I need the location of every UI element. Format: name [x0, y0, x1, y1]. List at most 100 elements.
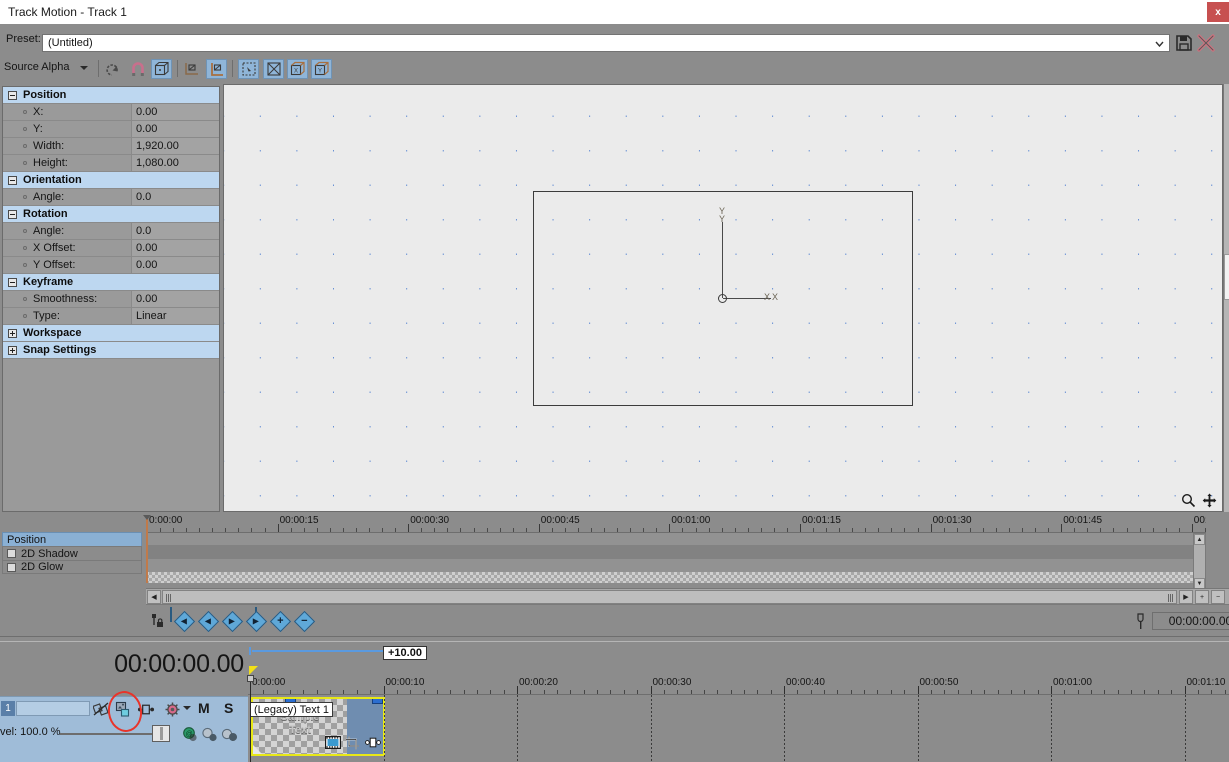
param-group-rotation[interactable]: Rotation	[3, 206, 219, 223]
pan-move-icon[interactable]	[1200, 491, 1218, 509]
param-row[interactable]: Type: Linear	[3, 308, 219, 325]
keyframe-time-ruler[interactable]: 0:00:00 00:00:15 00:00:30 00:00:45 00:01:00 0…	[146, 515, 1206, 533]
param-value-field[interactable]: Linear	[131, 308, 219, 324]
lock-keyframes-icon[interactable]	[147, 610, 169, 632]
track-motion-icon[interactable]	[114, 700, 132, 718]
zoom-in-icon[interactable]: +	[1195, 590, 1209, 604]
collapse-icon[interactable]	[8, 90, 17, 100]
param-group-keyframe[interactable]: Keyframe	[3, 274, 219, 291]
param-value-field[interactable]: 0.00	[131, 240, 219, 256]
keyframe-lane-position[interactable]	[146, 533, 1194, 545]
level-slider-track[interactable]	[60, 733, 156, 735]
param-row[interactable]: Y: 0.00	[3, 121, 219, 138]
expand-icon[interactable]	[8, 345, 17, 355]
timeline-playhead-head[interactable]	[247, 675, 254, 682]
current-time-display[interactable]: 00:00:00.00	[0, 650, 244, 679]
source-alpha-chevron-icon[interactable]	[80, 66, 88, 70]
param-row[interactable]: Smoothness: 0.00	[3, 291, 219, 308]
dialog-vertical-scrollbar[interactable]	[1223, 84, 1229, 512]
zoom-out-icon[interactable]: −	[1211, 590, 1225, 604]
compositing-mode-icon[interactable]	[92, 700, 110, 718]
timeline-marker-icon[interactable]	[249, 666, 258, 675]
param-row[interactable]: Y Offset: 0.00	[3, 257, 219, 274]
track-name-input[interactable]	[16, 701, 90, 716]
param-value-field[interactable]: 0.00	[131, 104, 219, 120]
last-keyframe-icon[interactable]: ▶	[245, 606, 267, 632]
layer-checkbox[interactable]	[7, 562, 16, 572]
scroll-right-icon[interactable]: ▶	[1179, 590, 1193, 604]
clip-fade-handle-right[interactable]	[372, 699, 383, 704]
param-value-field[interactable]: 0.0	[131, 189, 219, 205]
clip-resize-corner[interactable]	[253, 745, 262, 754]
solo-button[interactable]: S	[224, 700, 233, 716]
keyframe-lane-glow[interactable]	[146, 559, 1194, 572]
loop-region-bar[interactable]: +10.00	[248, 642, 1229, 662]
free-transform-icon[interactable]	[263, 59, 284, 79]
track-header-1[interactable]: 1 M S vel: 100.0 % @	[0, 696, 248, 762]
y-axis-constraint-icon[interactable]: Y	[311, 59, 332, 79]
previous-keyframe-icon[interactable]: ◀	[197, 610, 219, 632]
param-row[interactable]: X: 0.00	[3, 104, 219, 121]
param-value-field[interactable]: 0.00	[131, 121, 219, 137]
close-button[interactable]: x	[1207, 2, 1229, 22]
keyframe-layer-position[interactable]: Position	[2, 532, 142, 546]
snap-magnet-icon[interactable]	[127, 59, 148, 79]
track-pan-icon[interactable]	[200, 725, 220, 743]
first-keyframe-icon[interactable]: ◀	[169, 606, 195, 632]
automation-settings-icon[interactable]	[163, 700, 181, 718]
param-group-position[interactable]: Position	[3, 87, 219, 104]
enable-snapping-3d-icon[interactable]	[151, 59, 172, 79]
chevron-down-icon[interactable]	[1151, 38, 1167, 50]
zoom-magnifier-icon[interactable]	[1179, 491, 1197, 509]
collapse-icon[interactable]	[8, 209, 17, 219]
param-value-field[interactable]: 1,920.00	[131, 138, 219, 154]
keyframe-layer-2d-glow[interactable]: 2D Glow	[2, 560, 142, 574]
axis-origin-handle[interactable]	[718, 294, 727, 303]
track-fx-icon[interactable]	[137, 700, 155, 718]
event-fx-icon[interactable]	[365, 736, 381, 750]
sync-cursor-icon[interactable]	[1134, 613, 1148, 630]
keyframe-playhead[interactable]	[143, 515, 151, 583]
event-media-properties-icon[interactable]	[325, 736, 342, 750]
param-row[interactable]: Angle: 0.0	[3, 223, 219, 240]
prevent-shearing-icon[interactable]	[238, 59, 259, 79]
add-keyframe-icon[interactable]: +	[269, 610, 291, 632]
keyframe-vertical-scrollbar[interactable]: ▲ ▼	[1193, 533, 1206, 590]
motion-canvas[interactable]: Y Y X X	[223, 84, 1223, 512]
keyframe-horizontal-scrollbar[interactable]: ◀ ▶ + −	[146, 588, 1229, 604]
save-preset-icon[interactable]	[1175, 34, 1193, 52]
undo-icon[interactable]	[102, 59, 123, 79]
collapse-icon[interactable]	[8, 277, 17, 287]
track-composite-icon[interactable]: @	[180, 725, 200, 743]
lock-aspect-icon[interactable]	[181, 59, 202, 79]
source-alpha-dropdown[interactable]: Source Alpha	[4, 61, 69, 73]
collapse-icon[interactable]	[8, 175, 17, 185]
track-bus-icon[interactable]	[220, 725, 240, 743]
param-row[interactable]: Width: 1,920.00	[3, 138, 219, 155]
keyframe-layer-2d-shadow[interactable]: 2D Shadow	[2, 546, 142, 560]
param-row[interactable]: Height: 1,080.00	[3, 155, 219, 172]
scroll-up-icon[interactable]: ▲	[1194, 534, 1205, 545]
preset-combobox[interactable]: (Untitled)	[42, 34, 1170, 52]
delete-preset-icon[interactable]	[1196, 33, 1216, 53]
param-value-field[interactable]: 0.00	[131, 291, 219, 307]
x-axis-constraint-icon[interactable]: X	[287, 59, 308, 79]
timeline-track-lane[interactable]: Sample Text (Legacy) Text 1	[248, 695, 1229, 762]
keyframe-playhead-head[interactable]	[143, 515, 151, 520]
mute-button[interactable]: M	[198, 700, 210, 716]
event-pan-crop-icon[interactable]	[345, 736, 361, 750]
param-row[interactable]: X Offset: 0.00	[3, 240, 219, 257]
keyframe-lanes[interactable]	[146, 533, 1206, 583]
keyframe-lane-shadow[interactable]	[146, 545, 1194, 559]
dialog-scroll-thumb[interactable]	[1224, 254, 1229, 300]
param-group-snap-settings[interactable]: Snap Settings	[3, 342, 219, 359]
level-slider-thumb[interactable]	[152, 725, 170, 742]
keyframe-time-field[interactable]: 00:00:00.00	[1152, 612, 1229, 630]
delete-keyframe-icon[interactable]: −	[293, 610, 315, 632]
param-value-field[interactable]: 1,080.00	[131, 155, 219, 171]
expand-icon[interactable]	[8, 328, 17, 338]
timeline-time-ruler[interactable]: 0:00:00 00:00:10 00:00:20 00:00:30 00:00:40 0…	[248, 678, 1229, 695]
keyframe-timeline[interactable]: 0:00:00 00:00:15 00:00:30 00:00:45 00:01:00 0…	[143, 515, 1206, 590]
next-keyframe-icon[interactable]: ▶	[221, 610, 243, 632]
scroll-left-icon[interactable]: ◀	[147, 590, 161, 604]
